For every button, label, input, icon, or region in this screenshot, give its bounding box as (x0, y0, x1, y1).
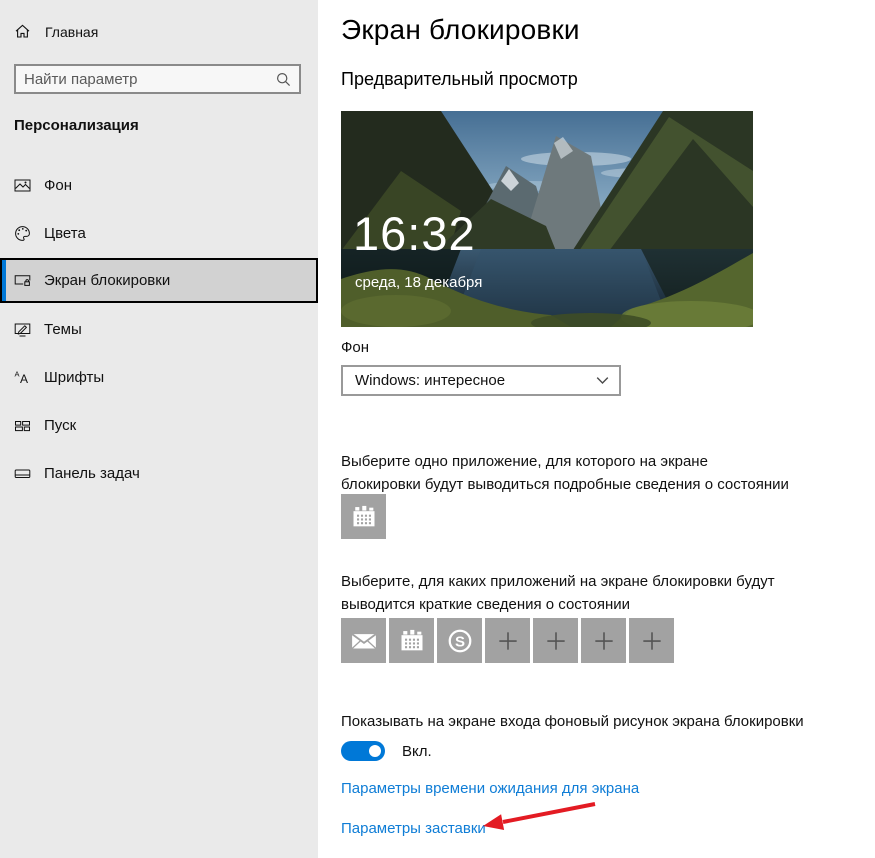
sidebar-section-title: Персонализация (14, 117, 139, 134)
plus-icon (591, 628, 617, 654)
plus-icon (543, 628, 569, 654)
sidebar-item-label: Шрифты (44, 368, 105, 386)
home-label: Главная (45, 23, 99, 40)
sidebar-item-label: Экран блокировки (44, 272, 171, 289)
sidebar-item-background[interactable]: Фон (0, 165, 318, 205)
search-input[interactable] (16, 70, 275, 88)
calendar-icon (350, 503, 378, 531)
toggle-row: Вкл. (341, 741, 432, 761)
svg-text:A: A (20, 372, 28, 386)
quick-status-add-app-button[interactable] (533, 618, 578, 663)
sidebar-item-label: Панель задач (44, 464, 140, 482)
sidebar-item-fonts[interactable]: AA Шрифты (0, 357, 318, 397)
sidebar-item-label: Фон (44, 176, 73, 194)
chevron-down-icon (596, 376, 609, 385)
sidebar-item-label: Цвета (44, 224, 86, 242)
themes-icon (14, 321, 31, 338)
sign-in-background-toggle[interactable] (341, 741, 385, 761)
toggle-state-label: Вкл. (402, 742, 432, 760)
quick-status-app-mail[interactable] (341, 618, 386, 663)
quick-status-app-row: S (341, 618, 674, 663)
plus-icon (495, 628, 521, 654)
background-label: Фон (341, 339, 370, 356)
selected-accent-bar (2, 260, 6, 301)
background-icon (14, 177, 31, 194)
svg-text:A: A (15, 369, 20, 378)
sidebar-item-start[interactable]: Пуск (0, 405, 318, 445)
lock-screen-icon (14, 272, 31, 289)
sidebar-item-label: Пуск (44, 416, 77, 434)
screen-timeout-settings-link[interactable]: Параметры времени ожидания для экрана (341, 780, 639, 797)
quick-status-add-app-button[interactable] (629, 618, 674, 663)
quick-status-text: Выберите, для каких приложений на экране… (341, 573, 775, 613)
calendar-icon (398, 627, 426, 655)
screensaver-settings-link[interactable]: Параметры заставки (341, 820, 486, 837)
background-dropdown[interactable]: Windows: интересное (341, 365, 621, 396)
background-dropdown-value: Windows: интересное (355, 372, 506, 389)
detailed-status-text: Выберите одно приложение, для которого н… (341, 453, 789, 493)
svg-text:S: S (454, 633, 464, 650)
start-icon (14, 417, 31, 434)
annotation-arrow (483, 802, 596, 830)
fonts-icon: AA (14, 369, 31, 386)
home-icon (14, 23, 31, 40)
sidebar-item-themes[interactable]: Темы (0, 309, 318, 349)
preview-heading: Предварительный просмотр (341, 69, 578, 89)
preview-clock-time: 16:32 (353, 207, 476, 260)
search-icon (275, 71, 292, 88)
sidebar-item-lock-screen[interactable]: Экран блокировки (0, 258, 318, 303)
preview-clock-date: среда, 18 декабря (355, 274, 483, 291)
quick-status-add-app-button[interactable] (485, 618, 530, 663)
sidebar-item-taskbar[interactable]: Панель задач (0, 453, 318, 493)
page-title: Экран блокировки (341, 14, 580, 45)
toggle-knob (369, 745, 381, 757)
sidebar: Главная Персонализация Фон Цвета (0, 0, 318, 858)
mail-icon (349, 626, 379, 656)
quick-status-add-app-button[interactable] (581, 618, 626, 663)
colors-icon (14, 225, 31, 242)
search-box[interactable] (14, 64, 301, 94)
taskbar-icon (14, 465, 31, 482)
home-button[interactable]: Главная (14, 23, 98, 40)
sidebar-item-colors[interactable]: Цвета (0, 213, 318, 253)
plus-icon (639, 628, 665, 654)
quick-status-app-calendar[interactable] (389, 618, 434, 663)
skype-icon: S (445, 626, 475, 656)
detailed-status-app-button[interactable] (341, 494, 386, 539)
quick-status-app-skype[interactable]: S (437, 618, 482, 663)
lock-screen-preview: 16:32 среда, 18 декабря (341, 111, 753, 327)
sidebar-item-label: Темы (44, 320, 82, 338)
sign-in-background-text: Показывать на экране входа фоновый рисун… (341, 713, 804, 730)
